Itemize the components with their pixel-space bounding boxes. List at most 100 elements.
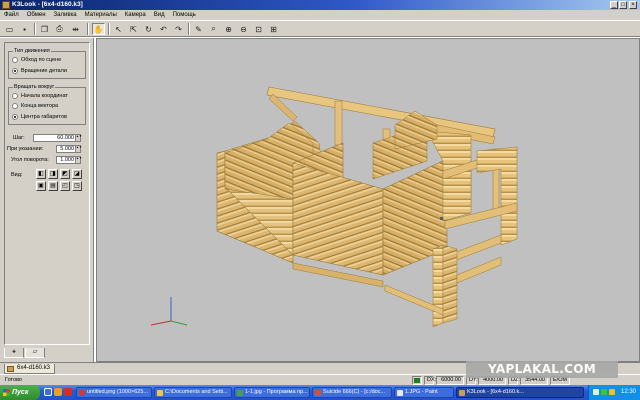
- radio-circle[interactable]: [12, 57, 18, 63]
- open-icon[interactable]: ▭: [3, 23, 16, 35]
- tray-network-icon[interactable]: [593, 389, 599, 395]
- radio-bbox-center-label: Центра габаритов: [21, 114, 67, 120]
- status-ready: Готово: [5, 377, 22, 383]
- menu-bar: Файл Обмен Заливка Материалы Камера Вид Помощь: [0, 10, 640, 20]
- radio-walk-scene-label: Обход по сцене: [21, 57, 62, 63]
- radio-origin-label: Начала координат: [21, 93, 68, 99]
- step-value: 60.000: [57, 135, 74, 141]
- panel-tabs: ⚹ ▱: [4, 348, 90, 358]
- print-icon[interactable]: ⎙: [53, 23, 66, 35]
- radio-circle[interactable]: [12, 93, 18, 99]
- view-right-icon[interactable]: ◪: [72, 169, 82, 179]
- quicklaunch-opera-icon[interactable]: [64, 388, 72, 396]
- view-left-icon[interactable]: ◩: [60, 169, 70, 179]
- close-button[interactable]: ×: [629, 1, 637, 9]
- task-image-viewer[interactable]: 1-1.jpg - Программа пр...: [234, 387, 310, 398]
- clock[interactable]: 12:30: [621, 389, 636, 395]
- radio-bbox-center[interactable]: Центра габаритов: [12, 113, 67, 121]
- 3d-viewport[interactable]: [96, 38, 640, 362]
- document-tab[interactable]: 6x4-d160.k3: [4, 364, 56, 374]
- step-input[interactable]: 60.000 ▲▼: [33, 134, 82, 142]
- task-label: 1-1.jpg - Программа пр...: [245, 389, 308, 395]
- task-file-manager[interactable]: Suicide 666(C) - [c:/doc...: [312, 387, 392, 398]
- view-bottom-icon[interactable]: ▤: [48, 181, 58, 191]
- spin-arrows-icon[interactable]: ▲▼: [75, 146, 82, 152]
- toolbar-separator: [188, 23, 190, 35]
- undo-icon[interactable]: ↶: [157, 23, 170, 35]
- split-icon[interactable]: ⇹: [69, 23, 82, 35]
- motion-type-label: Тип движения: [13, 48, 51, 54]
- menu-help[interactable]: Помощь: [169, 10, 200, 20]
- view-front-icon[interactable]: ◧: [36, 169, 46, 179]
- radio-vector-end[interactable]: Конца вектора: [12, 102, 58, 110]
- rotate-icon[interactable]: ↻: [142, 23, 155, 35]
- menu-file[interactable]: Файл: [0, 10, 23, 20]
- hand-icon[interactable]: ✋: [92, 23, 105, 35]
- task-label: Suicide 666(C) - [c:/doc...: [323, 389, 386, 395]
- minimize-button[interactable]: _: [610, 1, 618, 9]
- task-icon: [157, 390, 163, 396]
- view-iso-icon[interactable]: ◰: [60, 181, 70, 191]
- inner-partition-wall: [292, 142, 384, 276]
- select-move-icon[interactable]: ⇱: [127, 23, 140, 35]
- maximize-button[interactable]: □: [619, 1, 627, 9]
- title-bar: K3Look - [6x4-d160.k3] _ □ ×: [0, 0, 640, 10]
- menu-view[interactable]: Вид: [150, 10, 169, 20]
- dx-label: DX:: [424, 376, 436, 385]
- zoom-icon[interactable]: ⌕: [207, 23, 220, 35]
- task-untitled-png[interactable]: untitled.png (1000×625...: [76, 387, 152, 398]
- radio-rotate-part[interactable]: Вращение детали: [12, 67, 67, 75]
- save-icon[interactable]: ▪: [18, 23, 31, 35]
- radio-circle-selected[interactable]: [12, 114, 18, 120]
- radio-walk-scene[interactable]: Обход по сцене: [12, 56, 61, 64]
- view-iso2-icon[interactable]: ◳: [72, 181, 82, 191]
- redo-icon[interactable]: ↷: [172, 23, 185, 35]
- press-label: При указании:: [7, 145, 44, 152]
- zoom-window-icon[interactable]: ⊡: [252, 23, 265, 35]
- view-back-icon[interactable]: ◨: [48, 169, 58, 179]
- quicklaunch-desktop-icon[interactable]: [44, 388, 52, 396]
- task-icon: [397, 390, 403, 396]
- motion-type-group: Тип движения Обход по сцене Вращение дет…: [8, 48, 86, 79]
- rotate-around-label: Вращать вокруг: [13, 84, 56, 90]
- task-explorer[interactable]: C:\Documents and Setti...: [154, 387, 232, 398]
- task-k3look[interactable]: K3Look - [6x4-d160.k...: [456, 387, 584, 398]
- log-house-model: [150, 86, 518, 328]
- task-label: untitled.png (1000×625...: [87, 389, 149, 395]
- task-label: C:\Documents and Setti...: [165, 389, 228, 395]
- press-input[interactable]: 5.000 ▲▼: [56, 145, 82, 153]
- angle-value: 1.000: [60, 157, 74, 163]
- zoom-all-icon[interactable]: ⊞: [267, 23, 280, 35]
- menu-exchange[interactable]: Обмен: [23, 10, 50, 20]
- spin-arrows-icon[interactable]: ▲▼: [75, 157, 82, 163]
- task-icon: [237, 390, 243, 396]
- radio-rotate-part-label: Вращение детали: [21, 68, 67, 74]
- radio-origin[interactable]: Начала координат: [12, 92, 68, 100]
- copy-icon[interactable]: ❐: [38, 23, 51, 35]
- zoom-out-icon[interactable]: ⊖: [237, 23, 250, 35]
- menu-materials[interactable]: Материалы: [81, 10, 121, 20]
- start-button[interactable]: Пуск: [0, 385, 40, 400]
- pencil-icon[interactable]: ✎: [192, 23, 205, 35]
- toolbar-separator: [34, 23, 36, 35]
- menu-fill[interactable]: Заливка: [50, 10, 81, 20]
- document-tab-label: 6x4-d160.k3: [17, 365, 51, 371]
- window-title: K3Look - [6x4-d160.k3]: [12, 1, 83, 8]
- status-indicator-icon: [412, 376, 422, 385]
- app-icon: [2, 1, 10, 9]
- menu-camera[interactable]: Камера: [121, 10, 150, 20]
- tray-volume-icon[interactable]: [609, 389, 615, 395]
- folder-tab-icon[interactable]: ▱: [25, 348, 45, 358]
- spin-arrows-icon[interactable]: ▲▼: [75, 135, 82, 141]
- radio-circle-selected[interactable]: [12, 68, 18, 74]
- angle-input[interactable]: 1.000 ▲▼: [56, 156, 82, 164]
- quicklaunch-browser-icon[interactable]: [54, 388, 62, 396]
- tray-antivirus-icon[interactable]: [601, 389, 607, 395]
- zoom-in-icon[interactable]: ⊕: [222, 23, 235, 35]
- task-paint[interactable]: 1.JPG - Paint: [394, 387, 454, 398]
- toolbar: ▭ ▪ ❐ ⎙ ⇹ ✋ ↖ ⇱ ↻ ↶ ↷ ✎ ⌕ ⊕ ⊖ ⊡ ⊞: [0, 20, 640, 37]
- select-icon[interactable]: ↖: [112, 23, 125, 35]
- radio-circle[interactable]: [12, 103, 18, 109]
- tree-tab-icon[interactable]: ⚹: [4, 348, 24, 358]
- view-top-icon[interactable]: ▣: [36, 181, 46, 191]
